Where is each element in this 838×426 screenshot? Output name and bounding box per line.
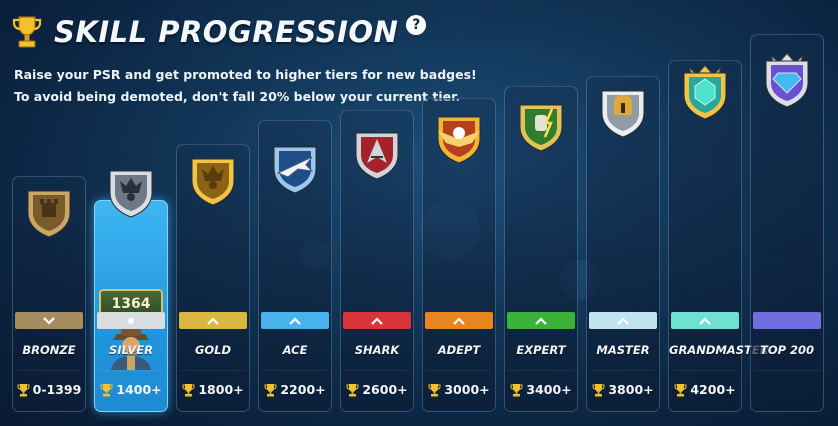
- trophy-icon: [100, 383, 113, 396]
- tier-name: SILVER: [109, 343, 153, 357]
- tier-shark[interactable]: SHARK 2600+: [340, 110, 414, 412]
- divider: [263, 370, 327, 371]
- tier-range-value: 1800+: [198, 382, 244, 397]
- gold-crown-shield-icon: [191, 158, 235, 206]
- tier-name: GRANDMASTER: [669, 343, 769, 357]
- tier-range-value: 2200+: [280, 382, 326, 397]
- tier-gold[interactable]: GOLD 1800+: [176, 144, 250, 412]
- trophy-icon: [346, 383, 359, 396]
- chevron-up-icon: [371, 316, 383, 325]
- tier-psr-range: 0-1399: [13, 382, 85, 397]
- tier-bar: [343, 312, 411, 329]
- chevron-up-icon: [535, 316, 547, 325]
- tier-range-value: 1400+: [116, 382, 162, 397]
- tier-name: ADEPT: [437, 343, 481, 357]
- tier-bar: [179, 312, 247, 329]
- tier-bar: [425, 312, 493, 329]
- tier-psr-range: 1400+: [95, 382, 167, 397]
- divider: [17, 370, 81, 371]
- trophy-icon: [182, 383, 195, 396]
- chevron-down-icon: [43, 316, 55, 325]
- promotion-hint: Raise your PSR and get promoted to highe…: [14, 67, 477, 82]
- chevron-up-icon: [289, 316, 301, 325]
- trophy-icon: [674, 383, 687, 396]
- tier-ace[interactable]: ACE 2200+: [258, 120, 332, 412]
- demotion-hint: To avoid being demoted, don't fall 20% b…: [14, 89, 461, 104]
- tier-bar: [671, 312, 739, 329]
- trophy-icon: [264, 383, 277, 396]
- tier-name: BRONZE: [22, 343, 76, 357]
- tier-range-value: 3800+: [608, 382, 654, 397]
- bronze-castle-shield-icon: [27, 190, 71, 238]
- help-button[interactable]: ?: [406, 15, 427, 35]
- trophy-icon: [12, 16, 42, 48]
- tier-range-value: 2600+: [362, 382, 408, 397]
- tier-psr-range: 2600+: [341, 382, 413, 397]
- tier-psr-range: 3000+: [423, 382, 495, 397]
- diamond-crown-shield-icon: [765, 53, 809, 108]
- tier-range-value: 0-1399: [32, 382, 82, 397]
- tier-silver[interactable]: 1364 SILVER 1400+: [94, 170, 168, 412]
- tier-master[interactable]: MASTER 3800+: [586, 76, 660, 412]
- tier-range-value: 3400+: [526, 382, 572, 397]
- trophy-icon: [510, 383, 523, 396]
- tier-bar: [753, 312, 821, 329]
- divider: [673, 370, 737, 371]
- tier-name: EXPERT: [516, 343, 566, 357]
- divider: [591, 370, 655, 371]
- divider: [181, 370, 245, 371]
- tier-bar: [507, 312, 575, 329]
- chevron-up-icon: [699, 316, 711, 325]
- tier-name: GOLD: [194, 343, 232, 357]
- ace-jet-shield-icon: [273, 146, 317, 194]
- tier-psr-range: 4200+: [669, 382, 741, 397]
- divider: [345, 370, 409, 371]
- tier-name: ACE: [282, 343, 308, 357]
- tier-bar: [261, 312, 329, 329]
- emerald-crown-shield-icon: [683, 65, 727, 120]
- fist-lightning-shield-icon: [519, 104, 563, 152]
- shark-shield-icon: [355, 132, 399, 180]
- tier-adept[interactable]: ADEPT 3000+: [422, 98, 496, 412]
- tier-range-value: 3000+: [444, 382, 490, 397]
- trophy-icon: [428, 383, 441, 396]
- spartan-helmet-shield-icon: [601, 90, 645, 138]
- tier-name: MASTER: [596, 343, 650, 357]
- trophy-icon: [592, 383, 605, 396]
- tier-name: SHARK: [354, 343, 400, 357]
- tier-psr-range: 3400+: [505, 382, 577, 397]
- tier-bronze[interactable]: BRONZE 0-1399: [12, 176, 86, 412]
- divider: [509, 370, 573, 371]
- chevron-up-icon: [453, 316, 465, 325]
- silver-crown-shield-icon: [109, 170, 153, 218]
- trophy-icon: [17, 383, 30, 396]
- tier-psr-range: 3800+: [587, 382, 659, 397]
- tier-psr-range: 1800+: [177, 382, 249, 397]
- chevron-up-icon: [207, 316, 219, 325]
- tier-bar: [15, 312, 83, 329]
- divider: [755, 370, 819, 371]
- tier-bar: [97, 312, 165, 329]
- tier-name: TOP 200: [759, 343, 815, 357]
- header: SKILL PROGRESSION ?: [12, 10, 427, 54]
- page-title: SKILL PROGRESSION: [54, 15, 399, 49]
- tier-grandmaster[interactable]: GRANDMASTER 4200+: [668, 60, 769, 412]
- tier-top-200[interactable]: TOP 200: [750, 34, 824, 412]
- chevron-up-icon: [617, 316, 629, 325]
- dot-icon: [128, 317, 134, 324]
- tier-psr-range: 2200+: [259, 382, 331, 397]
- divider: [427, 370, 491, 371]
- tier-range-value: 4200+: [690, 382, 736, 397]
- tier-expert[interactable]: EXPERT 3400+: [504, 86, 578, 412]
- tier-bar: [589, 312, 657, 329]
- eagle-shield-icon: [437, 116, 481, 164]
- divider: [99, 370, 163, 371]
